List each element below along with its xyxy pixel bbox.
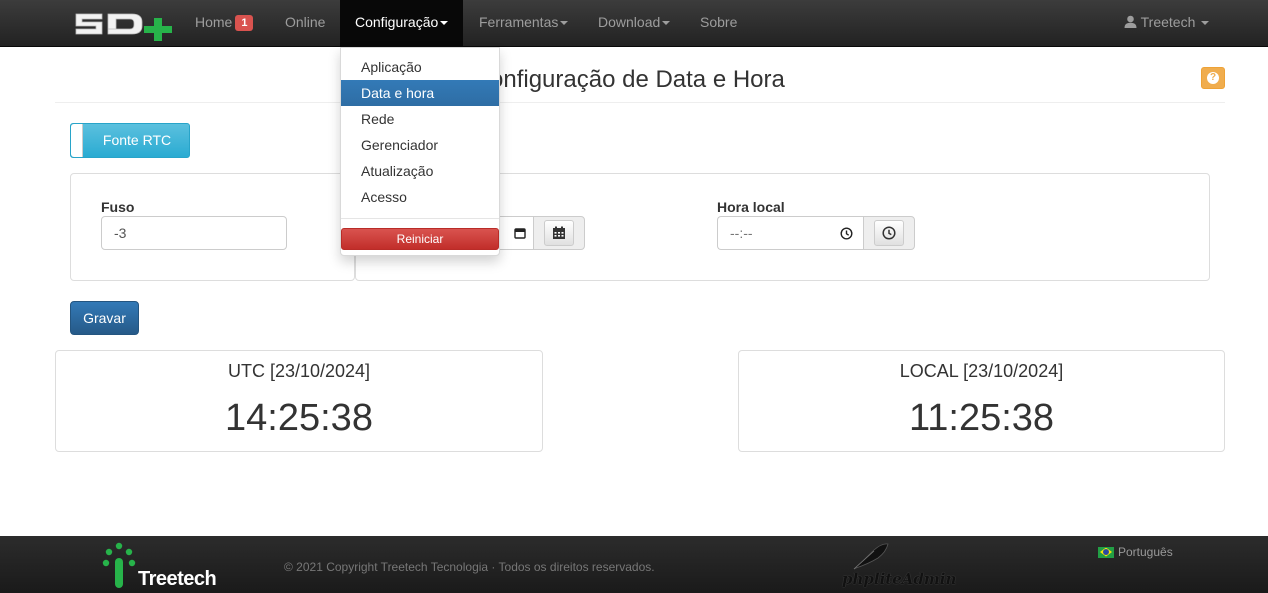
configuracao-dropdown: Aplicação Data e hora Rede Gerenciador A…: [340, 47, 500, 256]
calendar-button[interactable]: [544, 220, 574, 246]
treetech-wordmark: Treetech: [138, 568, 217, 590]
feather-icon: [853, 543, 889, 570]
copyright-text: © 2021 Copyright Treetech Tecnologia · T…: [284, 560, 655, 574]
nav-home[interactable]: Home 1: [195, 0, 254, 46]
timezone-panel: Fuso -3: [70, 173, 355, 281]
treetech-tree-icon: [102, 542, 136, 588]
language-selector[interactable]: Português: [1098, 545, 1173, 559]
time-addon: [863, 216, 915, 250]
utc-clock-header: UTC [23/10/2024]: [227, 361, 371, 381]
local-clock-header: LOCAL [23/10/2024]: [899, 361, 1064, 381]
language-label: Português: [1118, 545, 1173, 559]
user-name: Treetech: [1140, 14, 1196, 30]
timezone-label: Fuso: [101, 199, 135, 215]
menu-item-gerenciador[interactable]: Gerenciador: [341, 132, 499, 158]
nav-download[interactable]: Download: [598, 0, 671, 46]
nav-sobre[interactable]: Sobre: [700, 0, 737, 46]
restart-button[interactable]: Reiniciar: [341, 228, 499, 250]
user-menu[interactable]: Treetech: [1124, 0, 1210, 46]
navbar: Home 1 Online Configuração Ferramentas Do…: [0, 0, 1268, 47]
calendar-icon: [553, 226, 565, 239]
phpliteadmin-wordmark: phpliteAdmin: [842, 570, 957, 588]
menu-item-aplicacao[interactable]: Aplicação: [341, 54, 499, 80]
local-clock-time: 11:25:38: [908, 397, 1055, 439]
menu-item-rede[interactable]: Rede: [341, 106, 499, 132]
caret-down-icon: [662, 21, 671, 26]
caret-down-icon: [1201, 21, 1210, 26]
caret-down-icon: [560, 21, 569, 26]
toggle-label: Fonte RTC: [102, 132, 172, 148]
menu-item-atualizacao[interactable]: Atualização: [341, 158, 499, 184]
utc-clock-time: 14:25:38: [225, 397, 373, 439]
page-title: onfiguração de Data e Hora: [490, 66, 785, 93]
header-divider: [55, 102, 1225, 103]
footer: Treetech © 2021 Copyright Treetech Tecno…: [0, 536, 1268, 593]
date-addon: [533, 216, 585, 250]
menu-divider: [341, 218, 499, 219]
clock-icon: [882, 226, 896, 240]
question-icon: ?: [1207, 72, 1219, 84]
rtc-source-toggle[interactable]: Fonte RTC: [70, 123, 190, 158]
clock-button[interactable]: [874, 220, 904, 246]
calendar-picker-icon[interactable]: [514, 227, 526, 239]
nav-configuracao[interactable]: Configuração: [340, 0, 463, 46]
local-time-input[interactable]: --:--: [717, 216, 865, 250]
sd-brand-logo[interactable]: [72, 6, 178, 42]
local-time-label: Hora local: [717, 199, 785, 215]
toggle-handle[interactable]: [71, 124, 83, 157]
brazil-flag-icon: [1098, 546, 1114, 558]
treetech-logo[interactable]: Treetech: [102, 542, 217, 590]
help-button[interactable]: ?: [1201, 67, 1225, 89]
save-button[interactable]: Gravar: [70, 301, 139, 335]
time-picker-icon[interactable]: [840, 227, 853, 240]
local-clock-panel: LOCAL [23/10/2024] 11:25:38: [738, 350, 1225, 452]
phpliteadmin-logo[interactable]: phpliteAdmin: [842, 542, 962, 592]
local-time-placeholder: --:--: [730, 225, 753, 241]
timezone-input[interactable]: -3: [101, 216, 287, 250]
nav-ferramentas[interactable]: Ferramentas: [479, 0, 569, 46]
user-icon: [1124, 15, 1137, 28]
caret-down-icon: [440, 21, 449, 26]
menu-item-data-e-hora[interactable]: Data e hora: [341, 80, 499, 106]
nav-download-label: Download: [598, 14, 661, 30]
nav-home-label: Home: [195, 14, 233, 30]
utc-clock-panel: UTC [23/10/2024] 14:25:38: [55, 350, 543, 452]
notification-badge: 1: [235, 15, 254, 31]
nav-ferramentas-label: Ferramentas: [479, 14, 559, 30]
nav-online[interactable]: Online: [285, 0, 325, 46]
nav-configuracao-label: Configuração: [355, 14, 439, 30]
menu-item-acesso[interactable]: Acesso: [341, 184, 499, 210]
